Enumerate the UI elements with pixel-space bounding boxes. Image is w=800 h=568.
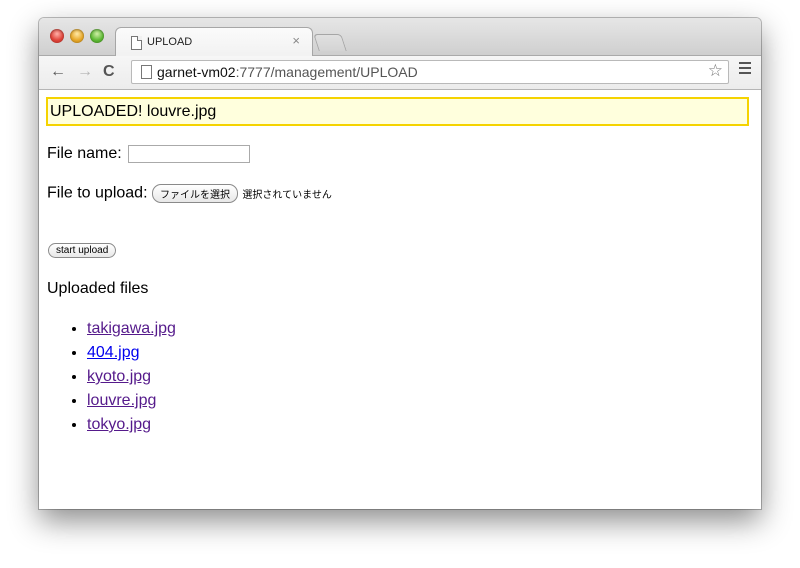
browser-window: UPLOAD × ← → C garnet-vm02:7777/manageme…: [39, 18, 761, 509]
upload-success-alert: UPLOADED! louvre.jpg: [46, 97, 749, 126]
forward-icon[interactable]: →: [77, 62, 93, 82]
browser-toolbar: ← → C garnet-vm02:7777/management/UPLOAD…: [39, 56, 761, 90]
new-tab-button[interactable]: [313, 34, 347, 51]
page-content: UPLOADED! louvre.jpg File name: File to …: [39, 90, 761, 509]
url-host: garnet-vm02: [157, 64, 236, 80]
file-name-label: File name:: [47, 145, 122, 163]
tab-title: UPLOAD: [147, 36, 193, 48]
back-icon[interactable]: ←: [50, 62, 66, 82]
uploaded-files-list: takigawa.jpg 404.jpg kyoto.jpg louvre.jp…: [47, 317, 176, 437]
menu-line: [739, 62, 751, 64]
bookmark-star-icon[interactable]: ☆: [708, 61, 723, 81]
list-item: louvre.jpg: [87, 389, 176, 413]
file-upload-row: File to upload: ファイルを選択 選択されていません: [47, 184, 332, 203]
start-upload-button[interactable]: start upload: [48, 243, 117, 258]
menu-icon[interactable]: [739, 62, 751, 77]
title-bar: UPLOAD ×: [39, 18, 761, 57]
file-to-upload-label: File to upload:: [47, 184, 148, 202]
file-link[interactable]: louvre.jpg: [87, 392, 156, 409]
address-bar[interactable]: garnet-vm02:7777/management/UPLOAD ☆: [131, 60, 729, 84]
no-file-selected-text: 選択されていません: [242, 190, 332, 201]
list-item: tokyo.jpg: [87, 413, 176, 437]
list-item: kyoto.jpg: [87, 365, 176, 389]
close-window-button[interactable]: [50, 29, 64, 43]
list-item: takigawa.jpg: [87, 317, 176, 341]
tab-close-icon[interactable]: ×: [292, 33, 300, 48]
uploaded-files-heading: Uploaded files: [47, 280, 149, 297]
file-link[interactable]: takigawa.jpg: [87, 320, 176, 337]
menu-line: [739, 72, 751, 74]
file-name-input[interactable]: [128, 145, 251, 163]
reload-icon[interactable]: C: [103, 62, 115, 82]
page-icon: [131, 36, 142, 50]
file-link[interactable]: kyoto.jpg: [87, 368, 151, 385]
url-path: :7777/management/UPLOAD: [235, 64, 418, 80]
url-text[interactable]: garnet-vm02:7777/management/UPLOAD: [157, 64, 418, 80]
zoom-window-button[interactable]: [90, 29, 104, 43]
list-item: 404.jpg: [87, 341, 176, 365]
active-tab[interactable]: UPLOAD ×: [115, 27, 313, 57]
choose-file-button[interactable]: ファイルを選択: [151, 184, 238, 203]
file-name-row: File name:: [47, 145, 251, 163]
menu-line: [739, 67, 751, 69]
minimize-window-button[interactable]: [70, 29, 84, 43]
page-icon: [141, 65, 152, 79]
file-link[interactable]: 404.jpg: [87, 344, 140, 361]
file-link[interactable]: tokyo.jpg: [87, 416, 151, 433]
